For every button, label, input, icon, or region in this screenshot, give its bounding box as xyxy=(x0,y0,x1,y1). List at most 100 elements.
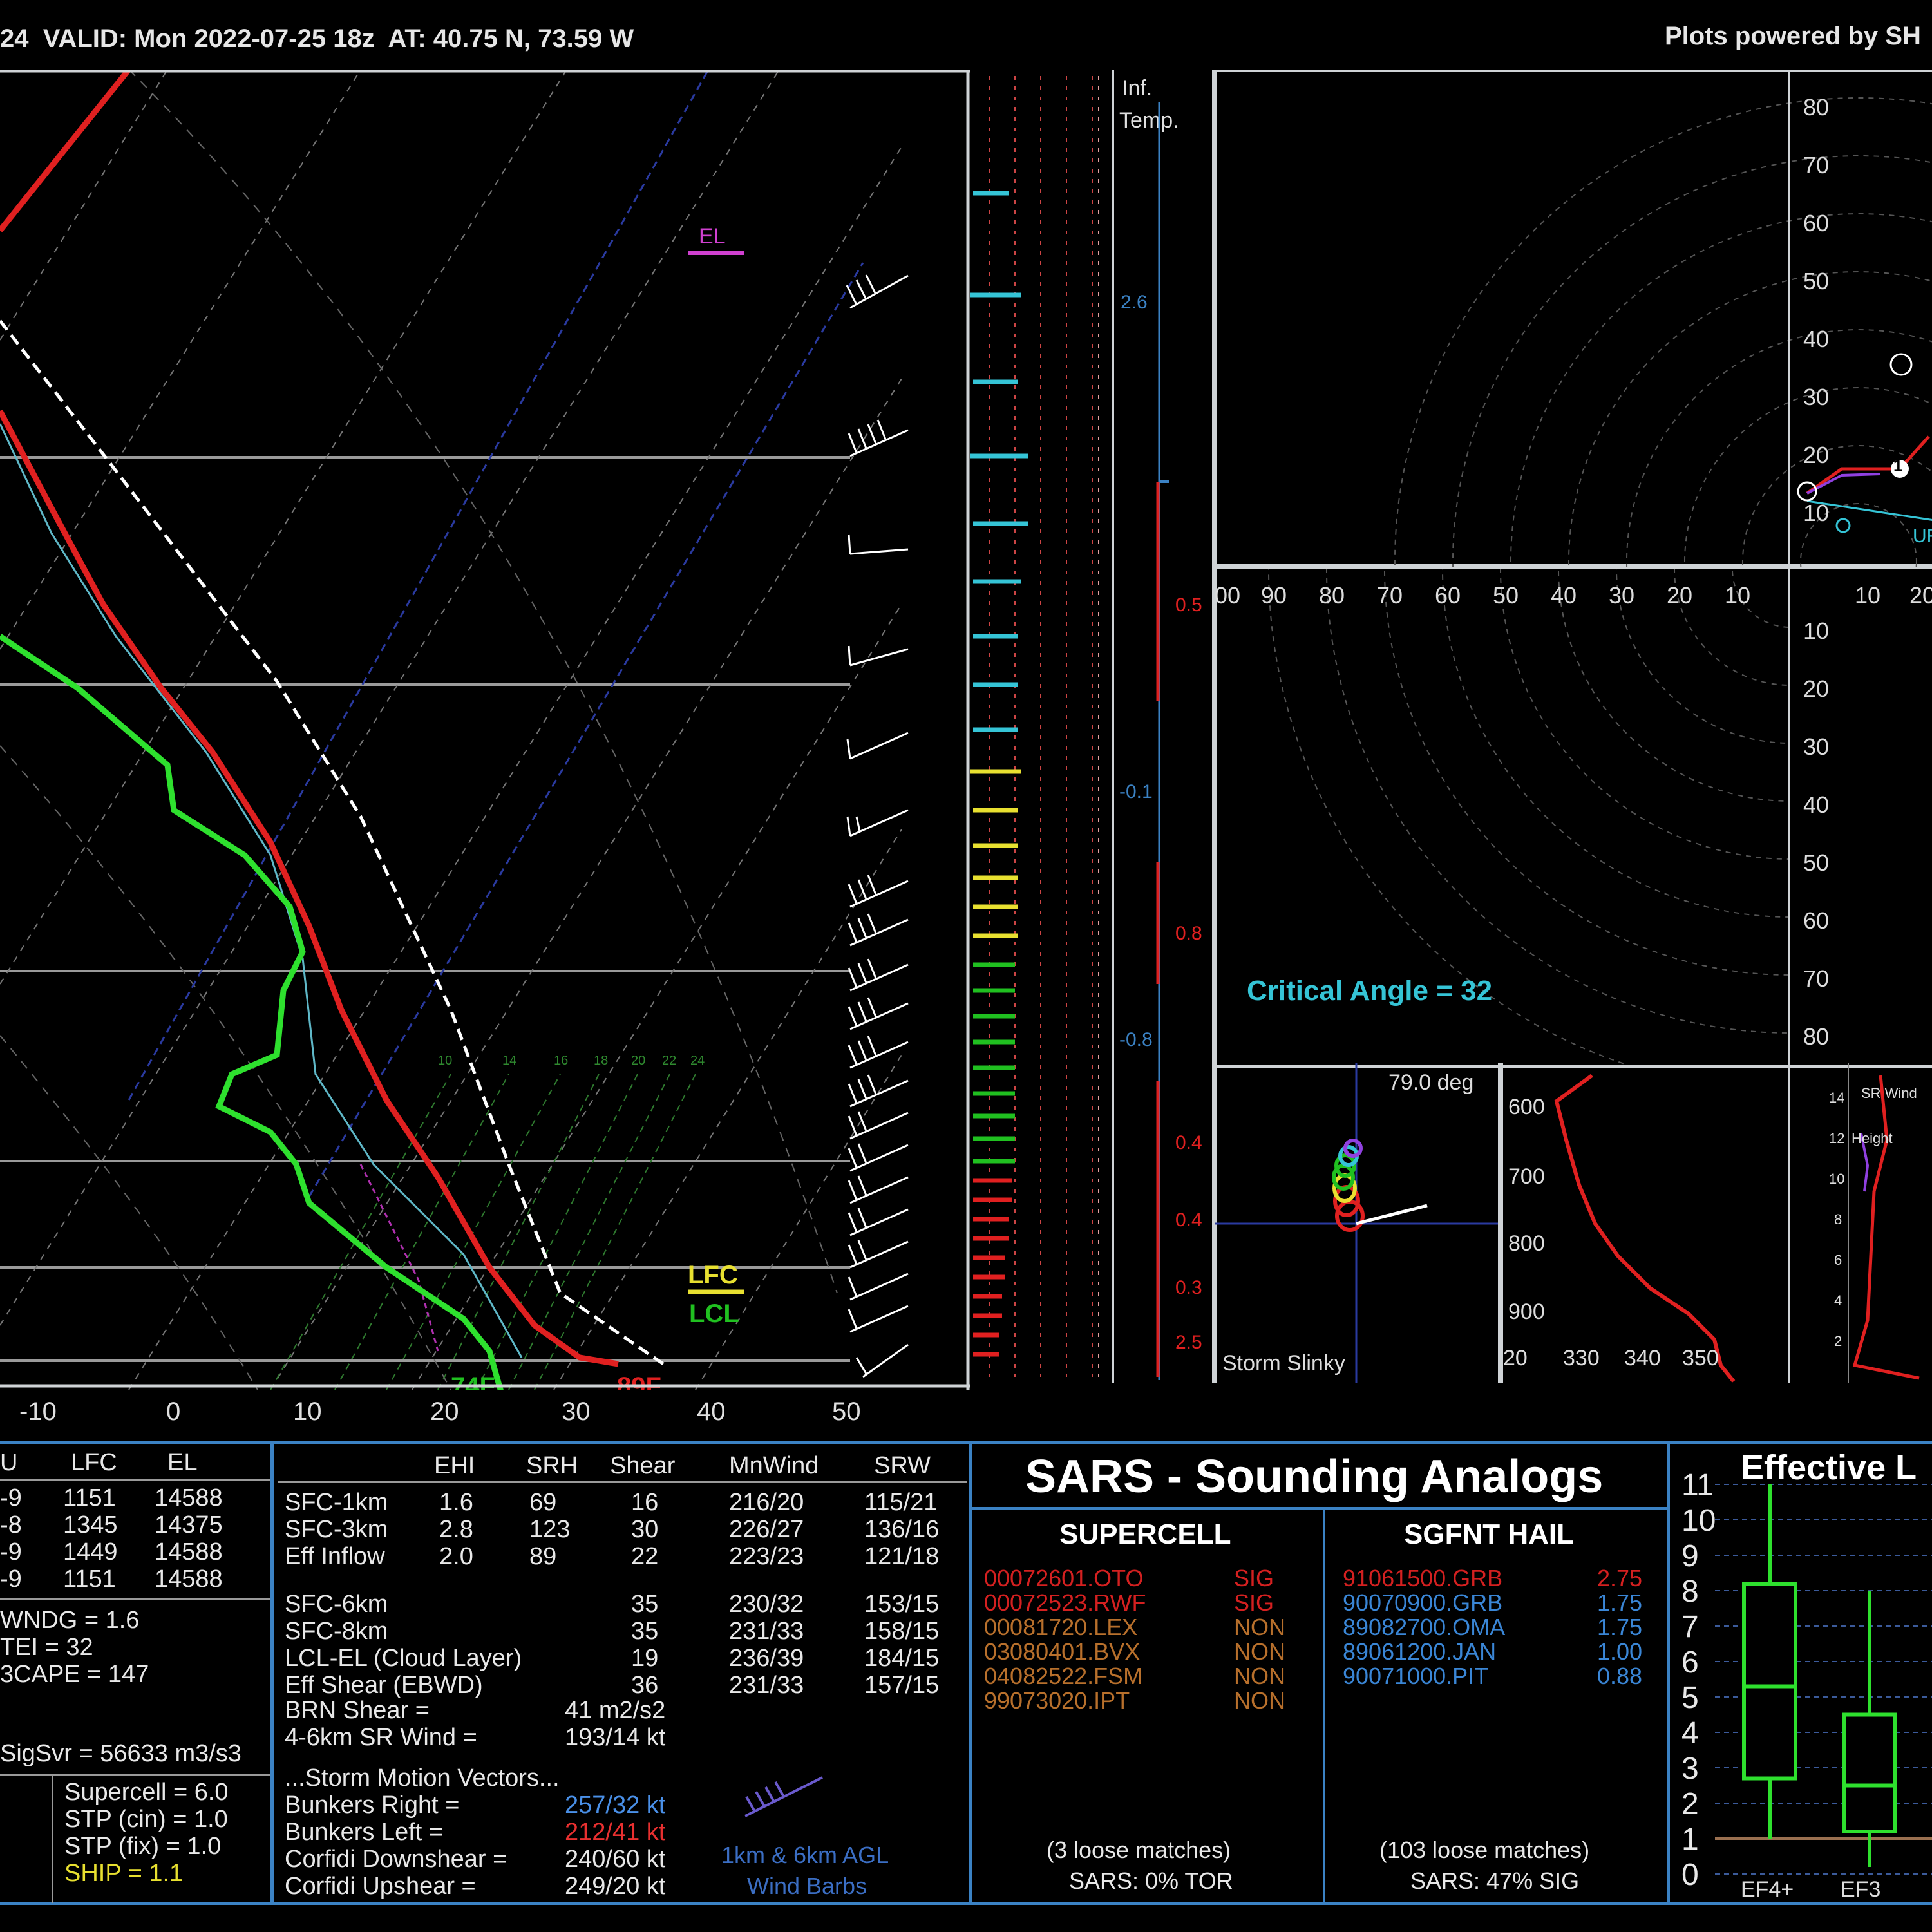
boxplot-y-tick: 9 xyxy=(1681,1539,1699,1573)
table-cell: 153/15 xyxy=(864,1591,940,1618)
storm-slinky-panel: 79.0 deg Storm Slinky xyxy=(1212,1063,1501,1383)
col-header: U xyxy=(0,1449,18,1476)
sars-hail-analog: 89061200.JAN xyxy=(1343,1638,1497,1665)
theta-y-tick: 600 xyxy=(1508,1095,1545,1119)
polar-right-tick: 10 xyxy=(1803,618,1830,644)
inflow-panel: Inf. Temp. 2.6 0.5 -0.1 0.8 -0.8 0.4 0.4… xyxy=(1112,70,1217,1383)
srw-label: 4-6km SR Wind = xyxy=(285,1724,477,1751)
polar-top-tick: 10 xyxy=(1855,582,1881,609)
parcel-table: U LFC EL -9 1151 14588 -8 1345 14375 -9 … xyxy=(0,1449,270,1903)
table-cell: -9 xyxy=(0,1484,22,1511)
boxplot-y-tick: 3 xyxy=(1681,1752,1699,1786)
table-cell: 1449 xyxy=(63,1539,118,1566)
sars-hail-analog: 91061500.GRB xyxy=(1343,1565,1503,1591)
el-label: EL xyxy=(699,224,726,249)
inflow-value: -0.1 xyxy=(1119,781,1153,802)
polar-top-tick: 10 xyxy=(1725,582,1751,609)
hodo-ring-label: 70 xyxy=(1803,152,1830,178)
inflow-value: 0.3 xyxy=(1175,1277,1202,1298)
inflow-value: 2.6 xyxy=(1121,292,1148,313)
theta-x-tick: 350 xyxy=(1682,1346,1719,1370)
hodo-ring-label: 60 xyxy=(1803,210,1830,236)
polar-top-tick: 00 xyxy=(1215,582,1241,609)
kinematics-layer-label: LCL-EL (Cloud Layer) xyxy=(285,1645,522,1672)
polar-top-tick: 90 xyxy=(1261,582,1287,609)
svg-text:24: 24 xyxy=(690,1054,705,1068)
kinematics-layer-label: Eff Shear (EBWD) xyxy=(285,1672,483,1699)
height-label: Height xyxy=(1852,1130,1893,1146)
brn-value: 41 m2/s2 xyxy=(565,1697,666,1724)
srwind-y-tick: 14 xyxy=(1829,1090,1845,1106)
supercell-composite: Supercell = 6.0 xyxy=(64,1779,229,1806)
sars-hail-analog: 90071000.PIT xyxy=(1343,1663,1489,1689)
table-cell: 1151 xyxy=(63,1566,116,1593)
table-cell: 89 xyxy=(529,1543,557,1570)
table-cell: 226/27 xyxy=(729,1516,804,1543)
inflow-value: 0.5 xyxy=(1175,594,1202,616)
polar-right-tick: 20 xyxy=(1803,676,1830,702)
sars-supercell-analog: 00072601.OTO xyxy=(984,1565,1144,1591)
table-cell: 36 xyxy=(631,1672,659,1699)
motion-value: 257/32 kt xyxy=(565,1792,666,1819)
polar-right-tick: 40 xyxy=(1803,791,1830,818)
inflow-value: 2.5 xyxy=(1175,1332,1202,1353)
brn-label: BRN Shear = xyxy=(285,1697,430,1724)
index-sigsvr: SigSvr = 56633 m3/s3 xyxy=(0,1740,242,1767)
sars-hail-size: 2.75 xyxy=(1597,1565,1643,1591)
boxplot-y-tick: 8 xyxy=(1681,1575,1699,1609)
inflow-value: 0.4 xyxy=(1175,1209,1202,1231)
sars-supercell-category: NON xyxy=(1234,1614,1285,1640)
table-cell: 223/23 xyxy=(729,1543,804,1570)
sars-panel: SARS - Sounding Analogs SUPERCELL SGFNT … xyxy=(972,1443,1667,1904)
srwind-label: SR Wind xyxy=(1861,1085,1917,1101)
hail-matches: (103 loose matches) xyxy=(1379,1837,1590,1863)
srwind-y-tick: 6 xyxy=(1834,1252,1842,1268)
col-header: LFC xyxy=(71,1449,117,1476)
table-cell: 19 xyxy=(631,1645,659,1672)
polar-top-tick: 30 xyxy=(1609,582,1635,609)
srw-value: 193/14 kt xyxy=(565,1724,666,1751)
polar-top-tick: 20 xyxy=(1667,582,1693,609)
stp-fix: STP (fix) = 1.0 xyxy=(64,1833,222,1860)
header-credit: Plots powered by SH xyxy=(1665,22,1921,50)
boxplot-y-tick: 7 xyxy=(1681,1610,1699,1644)
srwind-y-tick: 8 xyxy=(1834,1211,1842,1227)
col-header: SRH xyxy=(526,1452,578,1479)
x-tick: 10 xyxy=(293,1397,322,1426)
boxplot-y-tick: 11 xyxy=(1681,1468,1714,1502)
sars-hail-size: 0.88 xyxy=(1597,1663,1643,1689)
boxplot-category: EF3 xyxy=(1841,1877,1881,1902)
polar-right-tick: 60 xyxy=(1803,907,1830,934)
motion-value: 240/60 kt xyxy=(565,1846,666,1873)
x-tick: 30 xyxy=(562,1397,591,1426)
hail-summary: SARS: 47% SIG xyxy=(1410,1868,1580,1894)
supercell-title: SUPERCELL xyxy=(1059,1519,1231,1550)
boxplot-y-tick: 2 xyxy=(1681,1787,1699,1821)
kinematics-table: EHI SRH Shear MnWind SRW SFC-1km 1.6 69 16 2… xyxy=(278,1449,967,1900)
theta-x-tick: 20 xyxy=(1503,1346,1528,1370)
theta-y-tick: 700 xyxy=(1508,1164,1545,1189)
hodo-ring-label: 80 xyxy=(1803,94,1830,120)
table-cell: 1.6 xyxy=(439,1489,473,1516)
sars-supercell-category: NON xyxy=(1234,1663,1285,1689)
sars-supercell-category: NON xyxy=(1234,1638,1285,1665)
x-tick: 20 xyxy=(430,1397,459,1426)
table-cell: 236/39 xyxy=(729,1645,804,1672)
srwind-y-tick: 12 xyxy=(1829,1130,1845,1146)
index-3cape: 3CAPE = 147 xyxy=(0,1661,149,1688)
motion-label: Bunkers Right = xyxy=(285,1792,460,1819)
table-cell: 14588 xyxy=(155,1539,223,1566)
table-cell: 231/33 xyxy=(729,1672,804,1699)
motion-title: ...Storm Motion Vectors... xyxy=(285,1765,560,1792)
motion-label: Corfidi Downshear = xyxy=(285,1846,507,1873)
sars-hail-analog: 90070900.GRB xyxy=(1343,1589,1503,1616)
motion-value: 249/20 kt xyxy=(565,1873,666,1900)
kinematics-layer-label: SFC-8km xyxy=(285,1618,388,1645)
srwind-panel: SR Wind Height 14 12 10 8 6 4 2 xyxy=(1788,1063,1932,1383)
svg-text:14: 14 xyxy=(502,1054,516,1068)
table-cell: 121/18 xyxy=(864,1543,940,1570)
kinematics-layer-label: SFC-6km xyxy=(285,1591,388,1618)
critical-angle-label: Critical Angle = 32 xyxy=(1247,975,1493,1007)
boxplot-y-tick: 1 xyxy=(1681,1823,1699,1857)
boxplot-y-tick: 4 xyxy=(1681,1716,1699,1750)
